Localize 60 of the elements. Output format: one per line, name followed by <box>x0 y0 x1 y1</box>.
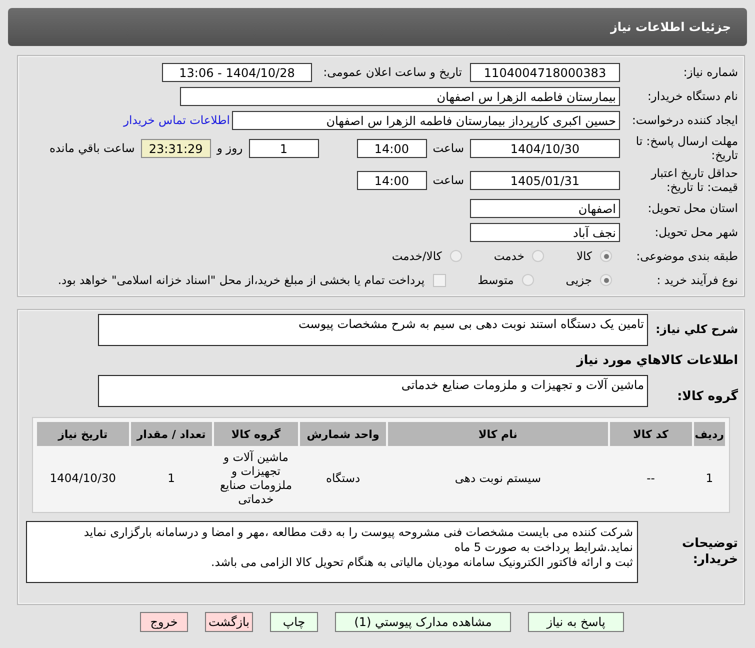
column-header: گروه کالا <box>214 422 298 446</box>
remaining-label: ساعت باقي مانده <box>48 141 136 155</box>
radio-label: کالا/خدمت <box>392 249 442 263</box>
column-header: نام کالا <box>388 422 608 446</box>
field-label: استان محل تحویل: <box>646 201 738 215</box>
radio-label: جزیی <box>566 273 592 287</box>
radio-label: متوسط <box>478 273 514 287</box>
field-label: تاریخ و ساعت اعلان عمومی: <box>322 65 463 79</box>
time-label: ساعت <box>432 141 465 155</box>
action-button[interactable]: پاسخ به نیاز <box>528 612 624 632</box>
province-field: اصفهان <box>470 198 620 218</box>
field-label: طبقه بندی موضوعی: <box>635 249 738 263</box>
goods-group-field: ماشین آلات و تجهیزات و ملزومات صنایع خدماتی <box>98 375 648 407</box>
field-label: نوع فرآیند خرید : <box>656 273 738 287</box>
description-field: تامین یک دستگاه استند نوبت دهی بی سیم به شرح مشخصات پیوست <box>98 314 648 346</box>
checkbox[interactable] <box>432 274 446 286</box>
announce-date-field: 1404/10/28 - 13:06 <box>162 62 312 82</box>
deadline-date-field: 1404/10/30 <box>470 138 620 158</box>
radio-button[interactable] <box>600 250 612 262</box>
field-label: شماره نیاز: <box>682 65 738 79</box>
creator-field: حسین اکبری کارپرداز بیمارستان فاطمه الزهرا س اصفهان <box>232 110 620 130</box>
column-header: تاریخ نیاز <box>37 422 129 446</box>
time-label: ساعت <box>432 173 465 187</box>
checkbox-label: پرداخت تمام یا بخشی از مبلغ خرید،از محل "اسناد خزانه اسلامی" خواهد بود. <box>58 273 425 287</box>
action-button[interactable]: مشاهده مدارک پیوستي (1) <box>335 612 511 632</box>
buyer-contact-link[interactable]: اطلاعات تماس خریدار <box>123 113 232 127</box>
column-header: تعداد / مقدار <box>130 422 212 446</box>
radio-label: کالا <box>576 249 592 263</box>
page-title: جزئیات اطلاعات نیاز <box>610 20 731 34</box>
field-label: مهلت ارسال پاسخ: تا تاریخ: <box>634 134 738 162</box>
action-button[interactable]: خروج <box>140 612 188 632</box>
action-button[interactable]: بازگشت <box>205 612 253 632</box>
notes-text: ثبت و ارائه فاکتور الکترونیک سامانه مودیان مالیاتی به هنگام تحویل کالا الزامی می باشد. <box>210 555 633 570</box>
radio-button[interactable] <box>532 250 544 262</box>
column-header: ردیف <box>694 422 725 446</box>
need-number-field: 1104004718000383 <box>470 62 620 82</box>
radio-button[interactable] <box>450 250 462 262</box>
field-label: شهر محل تحویل: <box>654 225 738 239</box>
validity-date-field: 1405/01/31 <box>470 170 620 190</box>
days-label: روز و <box>215 141 244 155</box>
validity-time-field: 14:00 <box>356 170 427 190</box>
radio-button[interactable] <box>522 274 534 286</box>
deadline-time-field: 14:00 <box>356 138 427 158</box>
days-field: 1 <box>248 138 319 158</box>
column-header: کد کالا <box>610 422 692 446</box>
field-label: نام دستگاه خریدار: <box>646 89 738 103</box>
field-label: توضیحات خریدار: <box>681 534 738 567</box>
section-title: اطلاعات کالاهاي مورد نياز <box>575 352 738 367</box>
field-label: حداقل تاریخ اعتبار قیمت: تا تاریخ: <box>650 166 738 194</box>
city-field: نجف آباد <box>470 222 620 242</box>
notes-text: شرکت کننده می بایست مشخصات فنی مشروحه پیوست را به دقت مطالعه ،مهر و امضا و درسامانه بارگزاری نماید نماید.شرایط پرداخت به صورت 5 ماه <box>82 525 633 555</box>
field-label: شرح کلي نياز: <box>654 321 738 336</box>
action-button[interactable]: چاپ <box>270 612 318 632</box>
column-header: واحد شمارش <box>300 422 386 446</box>
remaining-time-field: 23:31:29 <box>140 138 211 158</box>
buyer-field: بیمارستان فاطمه الزهرا س اصفهان <box>180 86 620 106</box>
field-label: ایجاد کننده درخواست: <box>631 113 738 127</box>
radio-label: خدمت <box>494 249 524 263</box>
radio-button[interactable] <box>600 274 612 286</box>
field-label: گروه کالا: <box>676 387 738 403</box>
